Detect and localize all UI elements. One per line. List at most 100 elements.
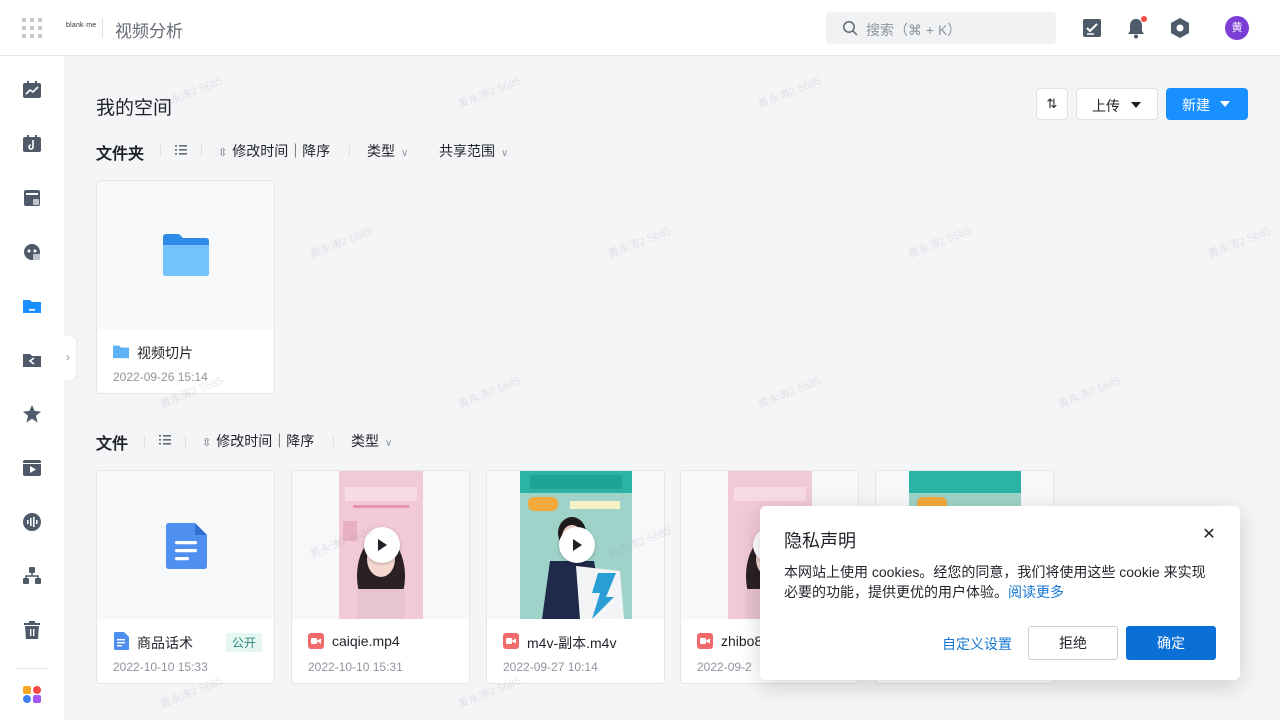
robot-icon[interactable] — [22, 242, 42, 262]
caret-down-icon — [1131, 102, 1141, 108]
video-file-icon — [503, 633, 519, 649]
file-sort-label: 修改时间｜降序 — [216, 433, 315, 449]
privacy-dialog: 隐私声明 ✕ 本网站上使用 cookies。经您的同意，我们将使用这些 cook… — [760, 506, 1240, 680]
reject-button[interactable]: 拒绝 — [1028, 626, 1118, 660]
file-date: 2022-09-2 — [697, 660, 752, 674]
chevron-down-icon: ∨ — [401, 148, 409, 159]
divider — [349, 145, 350, 157]
search-input[interactable]: 搜索（⌘ + K） — [826, 12, 1056, 44]
brand-logo[interactable]: blank·me — [66, 22, 96, 29]
audio-icon[interactable] — [22, 512, 42, 532]
folder-icon — [113, 345, 129, 359]
app-grid-icon[interactable] — [22, 18, 42, 38]
new-label: 新建 — [1182, 97, 1210, 113]
share-folder-icon[interactable] — [22, 350, 42, 370]
upload-label: 上传 — [1092, 98, 1120, 114]
video-icon[interactable] — [22, 458, 42, 478]
settings-icon[interactable] — [1168, 16, 1192, 40]
folder-icon[interactable] — [22, 296, 42, 316]
divider — [144, 435, 145, 447]
upload-button[interactable]: 上传 — [1076, 88, 1158, 120]
tiktok-icon[interactable] — [22, 134, 42, 154]
confirm-button[interactable]: 确定 — [1126, 626, 1216, 660]
privacy-dialog-title: 隐私声明 — [784, 531, 856, 551]
search-placeholder: 搜索（⌘ + K） — [866, 22, 962, 38]
org-icon[interactable] — [22, 566, 42, 586]
file-thumbnail — [487, 471, 664, 619]
read-more-link[interactable]: 阅读更多 — [1008, 584, 1064, 600]
file-date: 2022-10-10 15:31 — [308, 660, 403, 674]
folder-sort-control[interactable]: ⇳ 修改时间｜降序 — [218, 141, 330, 161]
document-large-icon — [166, 523, 207, 569]
folder-type-filter-label: 类型 — [367, 143, 395, 159]
file-type-filter[interactable]: 类型 ∨ — [351, 431, 392, 451]
watermark: 黄永涛2 5685 — [308, 224, 375, 261]
notification-dot — [1141, 16, 1147, 22]
task-icon[interactable] — [1080, 16, 1104, 40]
list-view-icon[interactable] — [158, 433, 172, 447]
sort-arrows-icon: ⇳ — [202, 437, 212, 449]
watermark: 黄永涛2 5685 — [1206, 224, 1273, 261]
video-file-icon — [697, 633, 713, 649]
top-bar: blank·me 视频分析 搜索（⌘ + K） 黄 — [0, 0, 1280, 56]
chevron-down-icon: ∨ — [385, 438, 393, 449]
new-button[interactable]: 新建 — [1166, 88, 1248, 120]
watermark: 黄永涛2 5685 — [906, 224, 973, 261]
file-name: zhibo8 — [721, 633, 763, 649]
watermark: 黄永涛2 5685 — [756, 74, 823, 111]
file-card[interactable]: 商品话术 公开 2022-10-10 15:33 — [96, 470, 275, 684]
page-title: 我的空间 — [96, 98, 173, 119]
document-icon — [114, 632, 129, 650]
file-thumbnail — [97, 471, 274, 619]
watermark: 黄永涛2 5685 — [1056, 374, 1123, 411]
play-icon[interactable] — [364, 527, 400, 563]
video-file-icon — [308, 633, 324, 649]
privacy-text: 本网站上使用 cookies。经您的同意，我们将使用这些 cookie 来实现必… — [784, 564, 1206, 600]
file-date: 2022-09-27 10:14 — [503, 660, 598, 674]
folder-thumbnail — [97, 181, 274, 329]
store-icon[interactable] — [22, 188, 42, 208]
close-icon[interactable]: ✕ — [1200, 526, 1218, 544]
sidebar — [0, 56, 64, 720]
file-sort-control[interactable]: ⇳ 修改时间｜降序 — [202, 431, 314, 451]
folder-name: 视频切片 — [137, 345, 193, 361]
play-icon[interactable] — [559, 527, 595, 563]
file-name: m4v-副本.m4v — [527, 635, 617, 651]
star-icon[interactable] — [22, 404, 42, 424]
avatar[interactable]: 黄 — [1225, 16, 1249, 40]
folder-large-icon — [163, 234, 209, 276]
search-icon — [843, 21, 858, 36]
watermark: 黄永涛2 5685 — [456, 74, 523, 111]
trash-icon[interactable] — [22, 620, 42, 640]
file-card[interactable]: m4v-副本.m4v 2022-09-27 10:14 — [486, 470, 665, 684]
sidebar-divider — [16, 668, 48, 669]
file-card[interactable]: caiqie.mp4 2022-10-10 15:31 — [291, 470, 470, 684]
watermark: 黄永涛2 5685 — [756, 374, 823, 411]
public-badge: 公开 — [226, 633, 263, 652]
divider — [201, 145, 202, 157]
sort-toggle-button[interactable]: ⇅ — [1036, 88, 1068, 120]
caret-down-icon — [1220, 101, 1230, 107]
privacy-dialog-body: 本网站上使用 cookies。经您的同意，我们将使用这些 cookie 来实现必… — [784, 562, 1214, 602]
apps-icon[interactable] — [22, 684, 42, 704]
folders-label: 文件夹 — [96, 146, 145, 163]
chevron-right-icon: › — [66, 350, 70, 364]
app-title: 视频分析 — [115, 22, 183, 41]
watermark: 黄永涛2 5685 — [606, 224, 673, 261]
file-name: 商品话术 — [137, 635, 193, 651]
divider — [185, 435, 186, 447]
folders-section-header: 文件夹 ⇳ 修改时间｜降序 类型 ∨ 共享范围 ∨ — [96, 140, 526, 163]
chart-icon[interactable] — [22, 80, 42, 100]
sidebar-collapse-toggle[interactable]: › — [64, 336, 76, 380]
chevron-down-icon: ∨ — [501, 148, 509, 159]
header-divider — [102, 18, 103, 38]
sort-arrows-icon: ⇳ — [218, 147, 228, 159]
divider — [333, 435, 334, 447]
list-view-icon[interactable] — [174, 143, 188, 157]
file-name: caiqie.mp4 — [332, 633, 400, 649]
custom-settings-link[interactable]: 自定义设置 — [942, 634, 1012, 654]
folder-type-filter[interactable]: 类型 ∨ — [367, 141, 408, 161]
file-date: 2022-10-10 15:33 — [113, 660, 208, 674]
folder-card[interactable]: 视频切片 2022-09-26 15:14 — [96, 180, 275, 394]
folder-share-filter[interactable]: 共享范围 ∨ — [439, 141, 508, 161]
